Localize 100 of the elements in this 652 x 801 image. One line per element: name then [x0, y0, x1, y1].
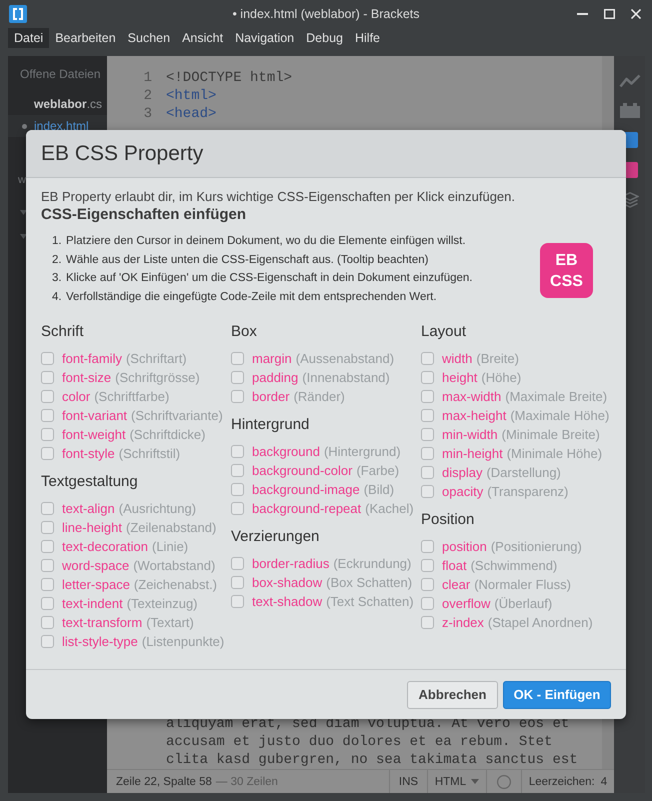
property-name[interactable]: text-decoration — [62, 539, 148, 554]
property-name[interactable]: padding — [252, 370, 298, 385]
checkbox[interactable] — [231, 464, 244, 477]
checkbox[interactable] — [231, 557, 244, 570]
checkbox[interactable] — [41, 447, 54, 460]
checkbox[interactable] — [41, 428, 54, 441]
property-name[interactable]: z-index — [442, 615, 484, 630]
checkbox[interactable] — [421, 409, 434, 422]
property-hint: (Schriftdicke) — [130, 427, 206, 442]
insert-mode-indicator[interactable]: INS — [389, 770, 427, 793]
checkbox[interactable] — [231, 576, 244, 589]
brick-icon[interactable] — [620, 102, 640, 118]
property-name[interactable]: min-width — [442, 427, 498, 442]
checkbox[interactable] — [41, 540, 54, 553]
checkbox[interactable] — [41, 390, 54, 403]
checkbox[interactable] — [421, 578, 434, 591]
menu-item[interactable]: Hilfe — [348, 28, 386, 48]
zigzag-icon[interactable] — [618, 74, 640, 88]
property-name[interactable]: list-style-type — [62, 634, 138, 649]
property-name[interactable]: clear — [442, 577, 470, 592]
checkbox[interactable] — [231, 502, 244, 515]
checkbox[interactable] — [421, 466, 434, 479]
property-name[interactable]: border-radius — [252, 556, 330, 571]
checkbox[interactable] — [41, 597, 54, 610]
checkbox[interactable] — [421, 540, 434, 553]
property-name[interactable]: position — [442, 539, 487, 554]
checkbox[interactable] — [421, 447, 434, 460]
property-name[interactable]: text-align — [62, 501, 115, 516]
close-icon[interactable] — [631, 9, 641, 19]
checkbox[interactable] — [421, 428, 434, 441]
menu-item[interactable]: Navigation — [229, 28, 300, 48]
checkbox[interactable] — [421, 371, 434, 384]
line-number: 2 — [142, 87, 152, 105]
property-name[interactable]: font-weight — [62, 427, 126, 442]
checkbox[interactable] — [231, 483, 244, 496]
property-name[interactable]: font-variant — [62, 408, 128, 423]
checkbox[interactable] — [421, 597, 434, 610]
indent-label[interactable]: Leerzeichen: — [528, 776, 595, 788]
property-name[interactable]: font-family — [62, 351, 122, 366]
checkbox[interactable] — [231, 445, 244, 458]
property-name[interactable]: text-indent — [62, 596, 123, 611]
property-name[interactable]: border — [252, 389, 290, 404]
property-name[interactable]: height — [442, 370, 478, 385]
property-name[interactable]: max-width — [442, 389, 502, 404]
checkbox[interactable] — [41, 521, 54, 534]
checkbox[interactable] — [231, 352, 244, 365]
menu-item[interactable]: Debug — [300, 28, 349, 48]
caret-icon[interactable] — [20, 210, 27, 214]
property-name[interactable]: text-transform — [62, 615, 142, 630]
checkbox[interactable] — [231, 390, 244, 403]
property-name[interactable]: display — [442, 465, 482, 480]
menu-item[interactable]: Suchen — [122, 28, 176, 48]
property-name[interactable]: opacity — [442, 484, 484, 499]
property-name[interactable]: font-size — [62, 370, 112, 385]
group-heading: Hintergrund — [231, 415, 310, 435]
property-name[interactable]: background-repeat — [252, 501, 362, 516]
minimize-icon[interactable] — [577, 13, 588, 15]
confirm-button[interactable]: OK - Einfügen — [503, 680, 611, 708]
caret-icon[interactable] — [20, 234, 27, 238]
menu-item[interactable]: Bearbeiten — [49, 28, 122, 48]
property-name[interactable]: background-image — [252, 482, 360, 497]
property-name[interactable]: margin — [252, 351, 292, 366]
checkbox[interactable] — [41, 502, 54, 515]
property-name[interactable]: overflow — [442, 596, 490, 611]
file-item[interactable]: weblabor.cs — [8, 93, 107, 115]
property-name[interactable]: float — [442, 558, 467, 573]
language-selector[interactable]: HTML — [427, 770, 486, 793]
property-name[interactable]: letter-space — [62, 577, 130, 592]
indent-value[interactable]: 4 — [600, 776, 608, 788]
checkbox[interactable] — [41, 616, 54, 629]
property-name[interactable]: font-style — [62, 446, 115, 461]
checkbox[interactable] — [41, 371, 54, 384]
checkbox[interactable] — [41, 352, 54, 365]
property-name[interactable]: color — [62, 389, 90, 404]
checkbox[interactable] — [421, 616, 434, 629]
checkbox[interactable] — [41, 409, 54, 422]
property-hint: (Text Schatten) — [326, 594, 414, 609]
property-name[interactable]: background-color — [252, 463, 352, 478]
property-name[interactable]: width — [442, 351, 472, 366]
menu-item[interactable]: Ansicht — [176, 28, 230, 48]
checkbox[interactable] — [41, 578, 54, 591]
cancel-button[interactable]: Abbrechen — [407, 680, 498, 708]
property-name[interactable]: box-shadow — [252, 575, 322, 590]
menu-item[interactable]: Datei — [8, 28, 50, 48]
property-name[interactable]: text-shadow — [252, 594, 322, 609]
property-name[interactable]: background — [252, 444, 320, 459]
checkbox[interactable] — [41, 635, 54, 648]
circle-icon[interactable] — [497, 774, 511, 788]
checkbox[interactable] — [421, 485, 434, 498]
maximize-icon[interactable] — [604, 9, 615, 19]
checkbox[interactable] — [421, 352, 434, 365]
property-name[interactable]: min-height — [442, 446, 503, 461]
checkbox[interactable] — [421, 390, 434, 403]
checkbox[interactable] — [231, 595, 244, 608]
checkbox[interactable] — [231, 371, 244, 384]
property-name[interactable]: max-height — [442, 408, 506, 423]
checkbox[interactable] — [41, 559, 54, 572]
checkbox[interactable] — [421, 559, 434, 572]
property-name[interactable]: word-space — [62, 558, 130, 573]
property-name[interactable]: line-height — [62, 520, 122, 535]
